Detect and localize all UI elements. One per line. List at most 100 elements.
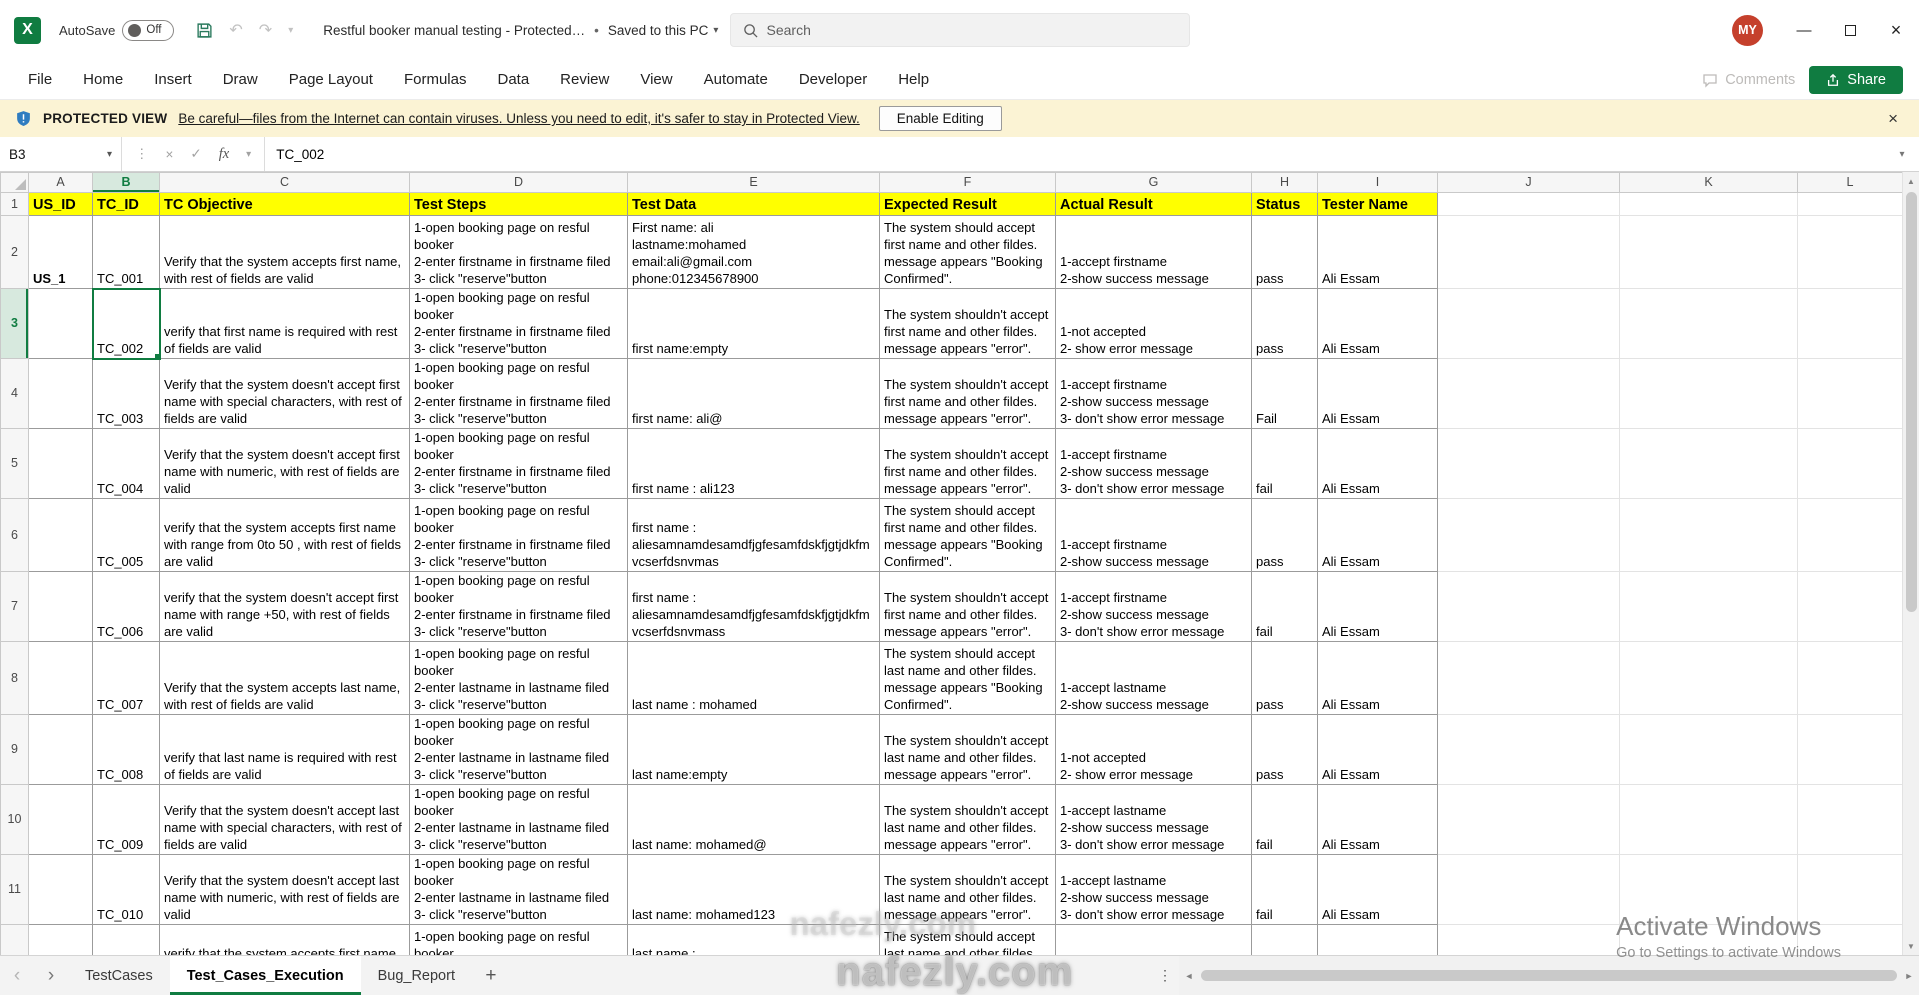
cell-G1[interactable]: Actual Result [1055, 192, 1252, 216]
cell-E12[interactable]: last name : aliesamnamdesamdfjgfesamfdsk… [627, 924, 880, 955]
cell-H7[interactable]: fail [1251, 571, 1318, 642]
cell-H11[interactable]: fail [1251, 854, 1318, 925]
scroll-right-icon[interactable]: ► [1899, 971, 1919, 981]
cell-I9[interactable]: Ali Essam [1317, 714, 1438, 785]
cell-D12[interactable]: 1-open booking page on resful booker 2-e… [409, 924, 628, 955]
cell-D10[interactable]: 1-open booking page on resful booker 2-e… [409, 784, 628, 855]
comments-button[interactable]: Comments [1702, 72, 1795, 88]
vertical-scroll-thumb[interactable] [1905, 192, 1917, 612]
cell-I3[interactable]: Ali Essam [1317, 288, 1438, 359]
cell-C6[interactable]: verify that the system accepts first nam… [159, 498, 410, 572]
cell-H9[interactable]: pass [1251, 714, 1318, 785]
cell-E8[interactable]: last name : mohamed [627, 641, 880, 715]
cell-A5[interactable] [28, 428, 93, 499]
enter-check-icon[interactable]: ✓ [190, 146, 201, 162]
cell-G2[interactable]: 1-accept firstname 2-show success messag… [1055, 215, 1252, 289]
cell-D3[interactable]: 1-open booking page on resful booker 2-e… [409, 288, 628, 359]
scroll-left-icon[interactable]: ◄ [1179, 971, 1199, 981]
cell-G11[interactable]: 1-accept lastname 2-show success message… [1055, 854, 1252, 925]
cell-A10[interactable] [28, 784, 93, 855]
cell-B8[interactable]: TC_007 [92, 641, 160, 715]
cell-B1[interactable]: TC_ID [92, 192, 160, 216]
cell-B5[interactable]: TC_004 [92, 428, 160, 499]
column-header-E[interactable]: E [627, 172, 880, 193]
cell-K5[interactable] [1619, 428, 1798, 499]
row-header-2[interactable]: 2 [0, 215, 29, 289]
row-header-9[interactable]: 9 [0, 714, 29, 785]
cell-F9[interactable]: The system shouldn't accept last name an… [879, 714, 1056, 785]
share-button[interactable]: Share [1809, 65, 1903, 94]
cell-D9[interactable]: 1-open booking page on resful booker 2-e… [409, 714, 628, 785]
cell-G12[interactable]: 1-accept lastname 2-show success message [1055, 924, 1252, 955]
add-sheet-icon[interactable]: + [472, 956, 510, 995]
cell-E7[interactable]: first name : aliesamnamdesamdfjgfesamfds… [627, 571, 880, 642]
cell-A7[interactable] [28, 571, 93, 642]
redo-icon[interactable]: ↷ [259, 20, 272, 40]
tab-formulas[interactable]: Formulas [404, 71, 467, 88]
cell-B2[interactable]: TC_001 [92, 215, 160, 289]
row-header-6[interactable]: 6 [0, 498, 29, 572]
tab-automate[interactable]: Automate [704, 71, 768, 88]
horizontal-scroll-thumb[interactable] [1201, 970, 1897, 981]
vertical-scrollbar[interactable]: ▲ ▼ [1902, 172, 1919, 955]
formula-bar-expand-icon[interactable]: ▾ [1885, 137, 1919, 171]
cell-H6[interactable]: pass [1251, 498, 1318, 572]
column-header-B[interactable]: B [92, 172, 160, 193]
excel-app-icon[interactable]: X [14, 16, 41, 44]
cell-L5[interactable] [1797, 428, 1903, 499]
cell-K2[interactable] [1619, 215, 1798, 289]
row-header-12[interactable]: 12 [0, 924, 29, 955]
cell-L3[interactable] [1797, 288, 1903, 359]
enable-editing-button[interactable]: Enable Editing [878, 106, 1002, 131]
column-header-I[interactable]: I [1317, 172, 1438, 193]
cell-I5[interactable]: Ali Essam [1317, 428, 1438, 499]
tab-insert[interactable]: Insert [154, 71, 192, 88]
cell-I7[interactable]: Ali Essam [1317, 571, 1438, 642]
cell-C7[interactable]: verify that the system doesn't accept fi… [159, 571, 410, 642]
cell-L6[interactable] [1797, 498, 1903, 572]
cell-K7[interactable] [1619, 571, 1798, 642]
cell-C2[interactable]: Verify that the system accepts first nam… [159, 215, 410, 289]
cell-K10[interactable] [1619, 784, 1798, 855]
cell-I11[interactable]: Ali Essam [1317, 854, 1438, 925]
cell-F12[interactable]: The system should accept last name and o… [879, 924, 1056, 955]
cell-J11[interactable] [1437, 854, 1620, 925]
cell-B9[interactable]: TC_008 [92, 714, 160, 785]
cell-A8[interactable] [28, 641, 93, 715]
formula-dropdown-icon[interactable]: ▾ [246, 149, 251, 160]
cell-K8[interactable] [1619, 641, 1798, 715]
cell-E1[interactable]: Test Data [627, 192, 880, 216]
select-all-button[interactable] [0, 172, 29, 193]
cell-E6[interactable]: first name : aliesamnamdesamdfjgfesamfds… [627, 498, 880, 572]
column-header-F[interactable]: F [879, 172, 1056, 193]
cell-I12[interactable]: Ali Essam [1317, 924, 1438, 955]
cell-B4[interactable]: TC_003 [92, 358, 160, 429]
cell-D5[interactable]: 1-open booking page on resful booker 2-e… [409, 428, 628, 499]
row-header-3[interactable]: 3 [0, 288, 29, 359]
cell-K1[interactable] [1619, 192, 1798, 216]
cell-A9[interactable] [28, 714, 93, 785]
cell-C11[interactable]: Verify that the system doesn't accept la… [159, 854, 410, 925]
cell-D1[interactable]: Test Steps [409, 192, 628, 216]
column-header-D[interactable]: D [409, 172, 628, 193]
cell-C1[interactable]: TC Objective [159, 192, 410, 216]
cell-L1[interactable] [1797, 192, 1903, 216]
cell-E11[interactable]: last name: mohamed123 [627, 854, 880, 925]
cell-D7[interactable]: 1-open booking page on resful booker 2-e… [409, 571, 628, 642]
row-header-11[interactable]: 11 [0, 854, 29, 925]
tab-home[interactable]: Home [83, 71, 123, 88]
insert-function-icon[interactable]: fx [219, 146, 229, 163]
cell-D2[interactable]: 1-open booking page on resful booker 2-e… [409, 215, 628, 289]
scroll-up-icon[interactable]: ▲ [1903, 172, 1919, 190]
cell-A6[interactable] [28, 498, 93, 572]
cell-K3[interactable] [1619, 288, 1798, 359]
cell-B7[interactable]: TC_006 [92, 571, 160, 642]
cell-H4[interactable]: Fail [1251, 358, 1318, 429]
cell-J3[interactable] [1437, 288, 1620, 359]
cell-J12[interactable] [1437, 924, 1620, 955]
maximize-button[interactable] [1827, 0, 1873, 60]
column-header-C[interactable]: C [159, 172, 410, 193]
cell-G5[interactable]: 1-accept firstname 2-show success messag… [1055, 428, 1252, 499]
cell-E4[interactable]: first name: ali@ [627, 358, 880, 429]
cell-G4[interactable]: 1-accept firstname 2-show success messag… [1055, 358, 1252, 429]
